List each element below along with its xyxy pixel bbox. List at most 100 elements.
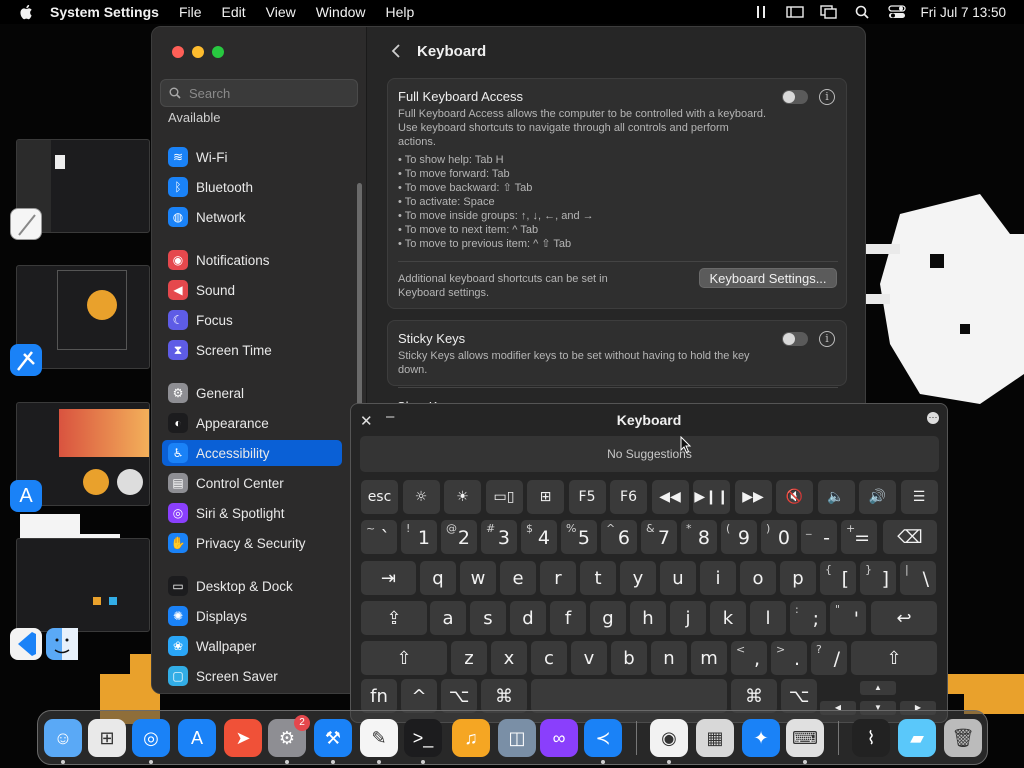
chrome-icon[interactable]: ◉: [650, 719, 688, 757]
terminal-icon[interactable]: >_: [404, 719, 442, 757]
pause-icon[interactable]: [752, 5, 770, 19]
key-o[interactable]: o: [740, 561, 776, 595]
key-a[interactable]: a: [430, 601, 466, 635]
key-][interactable]: }]: [860, 561, 896, 595]
control-key[interactable]: ^: [401, 679, 437, 713]
play-pause-key[interactable]: ▶❙❙: [693, 480, 730, 514]
sidebar-item-notifications[interactable]: ◉ Notifications: [162, 247, 342, 273]
keyboard-settings-button[interactable]: Keyboard Settings...: [699, 268, 837, 288]
key-f[interactable]: f: [550, 601, 586, 635]
launchpad-key[interactable]: ⊞: [527, 480, 564, 514]
sidebar-item-focus[interactable]: ☾ Focus: [162, 307, 342, 333]
key-x[interactable]: x: [491, 641, 527, 675]
key-=[interactable]: + =: [841, 520, 877, 554]
mute-key[interactable]: 🔇: [776, 480, 813, 514]
search-input[interactable]: [189, 85, 349, 101]
key-[[interactable]: {[: [820, 561, 856, 595]
sidebar-item-wi-fi[interactable]: ≋ Wi-Fi: [162, 144, 342, 170]
key-6[interactable]: ^ 6: [601, 520, 637, 554]
sidebar-partial-item[interactable]: Available: [168, 110, 221, 125]
fast-forward-key[interactable]: ▶▶: [734, 480, 772, 514]
key-/[interactable]: ? /: [811, 641, 847, 675]
vscode-app-icon[interactable]: [10, 628, 42, 660]
menu-key[interactable]: ☰: [900, 480, 938, 514]
mission-control-key[interactable]: ▭▯: [485, 480, 523, 514]
minimize-window-button[interactable]: [192, 46, 204, 58]
sidebar-item-accessibility[interactable]: ♿ Accessibility: [162, 440, 342, 466]
tab-key[interactable]: ⇥: [361, 561, 416, 595]
stage-manager-icon[interactable]: [786, 5, 805, 19]
system-settings-icon[interactable]: ⚙ 2: [268, 715, 310, 757]
key-b[interactable]: b: [611, 641, 647, 675]
key-3[interactable]: #3: [481, 520, 517, 554]
fn-key[interactable]: fn: [361, 679, 397, 713]
volume-up-key[interactable]: 🔊: [859, 480, 896, 514]
rewind-key[interactable]: ◀◀: [651, 480, 689, 514]
key-v[interactable]: v: [571, 641, 607, 675]
key-d[interactable]: d: [510, 601, 546, 635]
zoom-window-button[interactable]: [212, 46, 224, 58]
sidebar-item-wallpaper[interactable]: ❀ Wallpaper: [162, 633, 342, 659]
key-j[interactable]: j: [670, 601, 706, 635]
key-c[interactable]: c: [531, 641, 567, 675]
key-2[interactable]: @2: [441, 520, 477, 554]
swift-icon[interactable]: ➤: [224, 719, 262, 757]
sidebar-item-control-center[interactable]: ▤ Control Center: [162, 470, 342, 496]
sidebar-item-displays[interactable]: ✺ Displays: [162, 603, 342, 629]
menu-file[interactable]: File: [179, 4, 202, 20]
left-command-key[interactable]: ⌘: [481, 679, 527, 713]
apple-logo-icon[interactable]: [18, 3, 36, 21]
menu-help[interactable]: Help: [386, 4, 415, 20]
sidebar-scrollbar[interactable]: [357, 183, 362, 423]
key-\[interactable]: | \: [900, 561, 936, 595]
trash-icon[interactable]: 🗑: [944, 719, 982, 757]
info-icon[interactable]: i: [819, 89, 835, 105]
stage-thumbnail-vscode[interactable]: [16, 538, 150, 632]
vscode-icon[interactable]: ≺: [584, 719, 622, 757]
key-k[interactable]: k: [710, 601, 746, 635]
back-button[interactable]: [387, 41, 407, 61]
brightness-up-key[interactable]: ☀: [444, 480, 481, 514]
menu-edit[interactable]: Edit: [222, 4, 246, 20]
key-n[interactable]: n: [651, 641, 687, 675]
app-store-app-icon[interactable]: A: [10, 480, 42, 512]
key-9[interactable]: (9: [721, 520, 757, 554]
keyboard-viewer-icon[interactable]: ⌨: [786, 719, 824, 757]
key-`[interactable]: ~ `: [361, 520, 397, 554]
left-option-key[interactable]: ⌥: [441, 679, 477, 713]
safari-icon[interactable]: ◎: [132, 719, 170, 757]
textedit-icon[interactable]: ✎: [360, 719, 398, 757]
f6-key[interactable]: F6: [610, 480, 647, 514]
return-key[interactable]: ↩: [871, 601, 937, 635]
xcode-app-icon[interactable]: [10, 344, 42, 376]
key-y[interactable]: y: [620, 561, 656, 595]
sidebar-item-bluetooth[interactable]: ᛒ Bluetooth: [162, 174, 342, 200]
key-i[interactable]: i: [700, 561, 736, 595]
finder-app-icon[interactable]: [46, 628, 78, 660]
brightness-down-key[interactable]: ☼: [402, 480, 440, 514]
activity-monitor-icon[interactable]: ⌇: [852, 719, 890, 757]
key-q[interactable]: q: [420, 561, 456, 595]
caps-lock-key[interactable]: ⇪: [361, 601, 427, 635]
space-bar[interactable]: [531, 679, 727, 713]
sidebar-item-privacy-security[interactable]: ✋ Privacy & Security: [162, 530, 342, 556]
sidebar-item-screen-saver[interactable]: ▢ Screen Saver: [162, 663, 342, 689]
sidebar-item-sound[interactable]: ◀ Sound: [162, 277, 342, 303]
scanner-icon[interactable]: ▦: [696, 719, 734, 757]
menu-window[interactable]: Window: [316, 4, 366, 20]
key-1[interactable]: ! 1: [401, 520, 437, 554]
key-u[interactable]: u: [660, 561, 696, 595]
key-'[interactable]: " ': [830, 601, 866, 635]
delete-key[interactable]: ⌫: [883, 520, 937, 554]
key-l[interactable]: l: [750, 601, 786, 635]
key-h[interactable]: h: [630, 601, 666, 635]
key-m[interactable]: m: [691, 641, 727, 675]
finder-icon[interactable]: ☺: [44, 719, 82, 757]
key-e[interactable]: e: [500, 561, 536, 595]
screen-mirroring-icon[interactable]: [820, 5, 838, 19]
app-store-icon[interactable]: A: [178, 719, 216, 757]
key-.[interactable]: >.: [771, 641, 807, 675]
key-r[interactable]: r: [540, 561, 576, 595]
textedit-app-icon[interactable]: [10, 208, 42, 240]
sidebar-item-appearance[interactable]: ◐ Appearance: [162, 410, 342, 436]
